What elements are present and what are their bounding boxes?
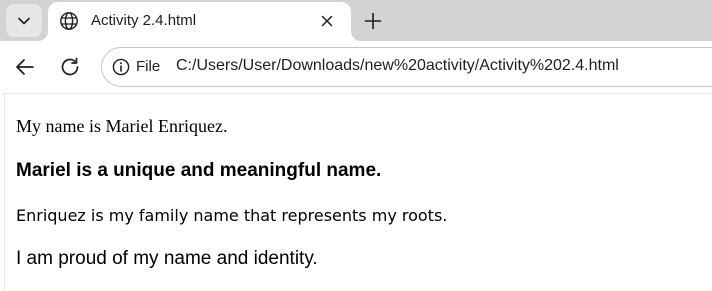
name-heading: Mariel is a unique and meaningful name. [16,160,382,181]
back-arrow-icon [16,59,34,75]
chevron-down-icon [18,17,30,24]
intro-paragraph: My name is Mariel Enriquez. [16,116,228,136]
reload-icon [61,57,79,76]
page-content: My name is Mariel Enriquez. Mariel is a … [0,93,712,291]
tab-search-button[interactable] [6,4,42,37]
close-tab-button[interactable] [316,10,338,32]
back-button[interactable] [11,53,39,81]
family-paragraph: Enriquez is my family name that represen… [16,206,448,225]
tab-strip: Activity 2.4.html [0,0,712,41]
scheme-label[interactable]: File [136,58,160,75]
info-icon[interactable] [112,58,130,76]
toolbar: File C:/Users/User/Downloads/new%20activ… [0,41,712,93]
browser-window: Activity 2.4.html File C:/Users/User/Dow… [0,0,712,291]
tab-title: Activity 2.4.html [91,12,197,29]
reload-button[interactable] [56,53,84,81]
content-border-top [4,93,712,94]
globe-icon [60,12,78,30]
address-bar[interactable]: File C:/Users/User/Downloads/new%20activ… [101,47,712,87]
identity-paragraph: I am proud of my name and identity. [16,248,318,269]
new-tab-button[interactable] [359,7,387,35]
plus-icon [364,12,382,30]
url-text[interactable]: C:/Users/User/Downloads/new%20activity/A… [176,57,619,75]
tab-activity[interactable]: Activity 2.4.html [48,2,351,41]
close-icon [321,15,333,27]
content-border [4,93,5,291]
